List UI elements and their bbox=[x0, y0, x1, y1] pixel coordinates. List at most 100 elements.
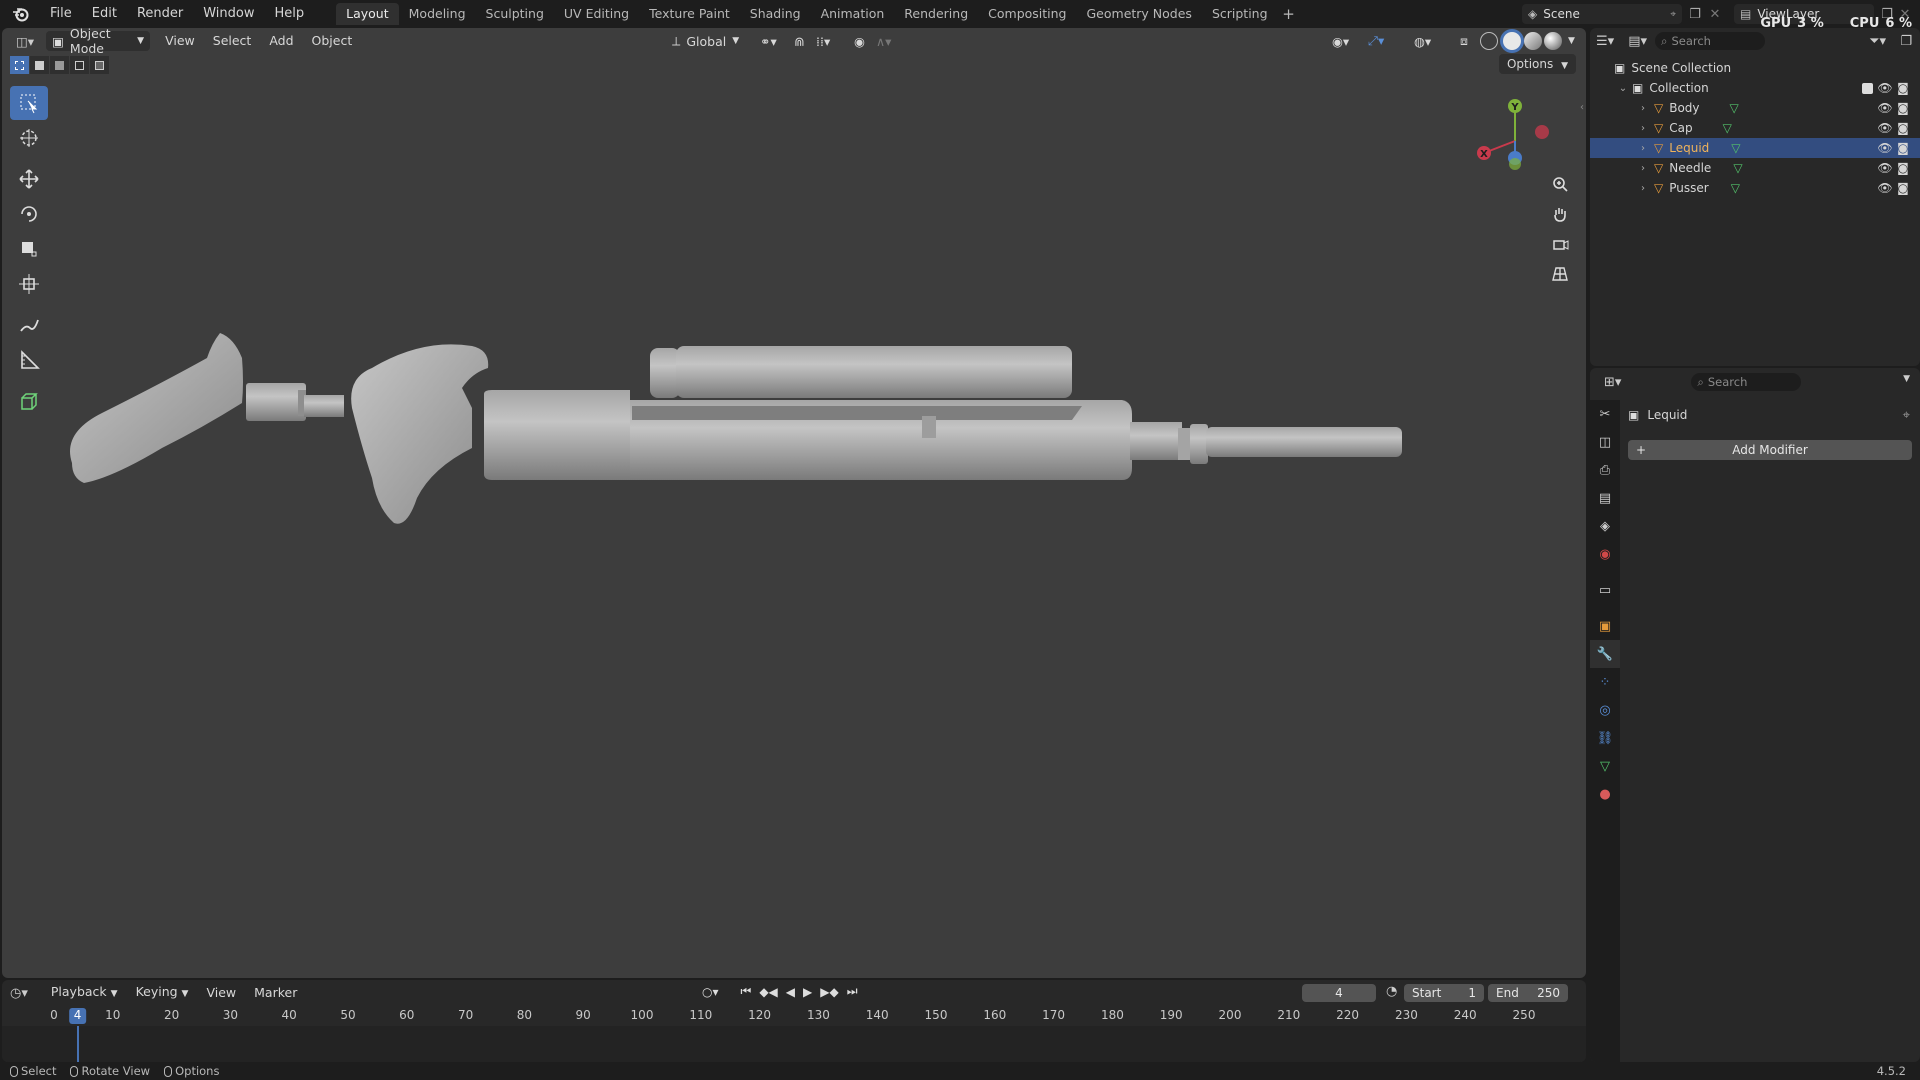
chevron-right-icon[interactable]: › bbox=[1636, 103, 1650, 114]
scene-collection-row[interactable]: ▣ Scene Collection bbox=[1590, 58, 1920, 78]
delete-scene-icon[interactable]: ✕ bbox=[1706, 6, 1724, 22]
timeline-menu-marker[interactable]: Marker bbox=[245, 983, 306, 1003]
pusser-object[interactable] bbox=[70, 333, 344, 483]
end-frame-field[interactable]: End 250 bbox=[1488, 984, 1568, 1002]
tab-geometry-nodes[interactable]: Geometry Nodes bbox=[1077, 3, 1202, 25]
outliner-search-input[interactable]: ⌕ Search bbox=[1655, 32, 1765, 50]
outliner-item-lequid[interactable]: › ▽ Lequid ▽ 👁 ◙ bbox=[1590, 138, 1920, 158]
tab-rendering[interactable]: Rendering bbox=[894, 3, 978, 25]
eye-icon[interactable]: 👁 bbox=[1876, 160, 1894, 176]
material-tab-icon[interactable]: ● bbox=[1590, 780, 1620, 808]
timeline-track-area[interactable] bbox=[2, 1026, 1586, 1062]
pan-hand-icon[interactable] bbox=[1546, 200, 1574, 228]
mesh-data-icon[interactable]: ▽ bbox=[1733, 161, 1742, 175]
eye-icon[interactable]: 👁 bbox=[1876, 120, 1894, 136]
world-tab-icon[interactable]: ◉ bbox=[1590, 540, 1620, 568]
tab-scripting[interactable]: Scripting bbox=[1202, 3, 1278, 25]
record-icon[interactable]: ○▾ bbox=[702, 985, 719, 999]
camera-icon[interactable]: ◙ bbox=[1894, 100, 1912, 116]
add-modifier-button[interactable]: + Add Modifier bbox=[1628, 440, 1912, 460]
chevron-right-icon[interactable]: › bbox=[1636, 123, 1650, 134]
scene-tab-icon[interactable]: ◈ bbox=[1590, 512, 1620, 540]
outliner-item-needle[interactable]: › ▽ Needle ▽ 👁 ◙ bbox=[1590, 158, 1920, 178]
tab-modeling[interactable]: Modeling bbox=[399, 3, 476, 25]
new-collection-icon[interactable]: ❐ bbox=[1900, 34, 1912, 49]
collapse-sidebar-icon[interactable]: ‹ bbox=[1580, 102, 1584, 113]
output-tab-icon[interactable]: ⎙ bbox=[1590, 456, 1620, 484]
camera-view-icon[interactable] bbox=[1546, 230, 1574, 258]
object-tab-icon[interactable]: ▣ bbox=[1590, 612, 1620, 640]
modifier-tab-icon[interactable]: 🔧 bbox=[1590, 640, 1620, 668]
needle-object[interactable] bbox=[1130, 422, 1402, 464]
outliner-item-cap[interactable]: › ▽ Cap ▽ 👁 ◙ bbox=[1590, 118, 1920, 138]
menu-render[interactable]: Render bbox=[127, 3, 193, 25]
timeline-menu-keying[interactable]: Keying ▼ bbox=[127, 982, 198, 1004]
timeline-menu-view[interactable]: View bbox=[197, 983, 245, 1003]
eye-icon[interactable]: 👁 bbox=[1876, 80, 1894, 96]
pin-icon[interactable]: ⌖ bbox=[1670, 9, 1676, 20]
menu-help[interactable]: Help bbox=[265, 3, 315, 25]
menu-edit[interactable]: Edit bbox=[82, 3, 127, 25]
camera-icon[interactable]: ◙ bbox=[1894, 180, 1912, 196]
tab-uv-editing[interactable]: UV Editing bbox=[554, 3, 639, 25]
properties-editor-icon[interactable]: ⊞▾ bbox=[1604, 375, 1621, 390]
chevron-down-icon[interactable]: ▼ bbox=[1903, 374, 1910, 384]
next-keyframe-icon[interactable]: ▶◆ bbox=[820, 985, 838, 999]
checkbox-icon[interactable] bbox=[1858, 80, 1876, 96]
tab-layout[interactable]: Layout bbox=[336, 3, 399, 25]
render-tab-icon[interactable]: ◫ bbox=[1590, 428, 1620, 456]
zoom-icon[interactable] bbox=[1546, 170, 1574, 198]
display-mode-icon[interactable]: ▤▾ bbox=[1628, 34, 1647, 49]
mesh-data-icon[interactable]: ▽ bbox=[1730, 101, 1739, 115]
filter-icon[interactable]: ⏷▾ bbox=[1869, 34, 1886, 49]
properties-search-input[interactable]: ⌕ Search bbox=[1691, 373, 1802, 391]
eye-icon[interactable]: 👁 bbox=[1876, 180, 1894, 196]
neg-x-axis-icon[interactable] bbox=[1535, 125, 1549, 139]
start-frame-field[interactable]: Start 1 bbox=[1404, 984, 1484, 1002]
tab-texture-paint[interactable]: Texture Paint bbox=[639, 3, 740, 25]
blender-logo-icon[interactable] bbox=[8, 1, 34, 27]
mesh-data-icon[interactable]: ▽ bbox=[1731, 181, 1740, 195]
timeline-editor-icon[interactable]: ◷▾ bbox=[10, 986, 28, 1001]
new-scene-icon[interactable]: ❐ bbox=[1686, 6, 1704, 22]
prev-keyframe-icon[interactable]: ◆◀ bbox=[759, 985, 777, 999]
collection-row[interactable]: ⌄ ▣ Collection 👁 ◙ bbox=[1590, 78, 1920, 98]
play-icon[interactable]: ▶ bbox=[803, 985, 812, 999]
tab-shading[interactable]: Shading bbox=[740, 3, 811, 25]
outliner-item-body[interactable]: › ▽ Body ▽ 👁 ◙ bbox=[1590, 98, 1920, 118]
chevron-right-icon[interactable]: › bbox=[1636, 183, 1650, 194]
eye-icon[interactable]: 👁 bbox=[1876, 100, 1894, 116]
jump-start-icon[interactable]: ⏮ bbox=[741, 984, 752, 999]
menu-window[interactable]: Window bbox=[193, 3, 264, 25]
camera-icon[interactable]: ◙ bbox=[1894, 140, 1912, 156]
jump-end-icon[interactable]: ⏭ bbox=[847, 984, 858, 999]
physics-tab-icon[interactable]: ◎ bbox=[1590, 696, 1620, 724]
tab-animation[interactable]: Animation bbox=[811, 3, 895, 25]
camera-icon[interactable]: ◙ bbox=[1894, 120, 1912, 136]
view-layer-tab-icon[interactable]: ▤ bbox=[1590, 484, 1620, 512]
perspective-grid-icon[interactable] bbox=[1546, 260, 1574, 288]
outliner-item-pusser[interactable]: › ▽ Pusser ▽ 👁 ◙ bbox=[1590, 178, 1920, 198]
constraints-tab-icon[interactable]: ⛓ bbox=[1590, 724, 1620, 752]
data-tab-icon[interactable]: ▽ bbox=[1590, 752, 1620, 780]
timeline-menu-playback[interactable]: Playback ▼ bbox=[42, 982, 127, 1004]
playhead-line[interactable] bbox=[76, 1026, 79, 1062]
mesh-data-icon[interactable]: ▽ bbox=[1731, 141, 1740, 155]
particles-tab-icon[interactable]: ⁘ bbox=[1590, 668, 1620, 696]
add-workspace-button[interactable]: + bbox=[1278, 3, 1300, 25]
mesh-data-icon[interactable]: ▽ bbox=[1723, 121, 1732, 135]
eye-icon[interactable]: 👁 bbox=[1876, 140, 1894, 156]
frame-ruler[interactable]: 0 10 20 30 40 50 60 70 80 90 100 110 120 130 140 150 160… bbox=[2, 1006, 1586, 1026]
menu-file[interactable]: File bbox=[40, 3, 82, 25]
outliner-editor-icon[interactable]: ☰▾ bbox=[1596, 34, 1614, 49]
chevron-right-icon[interactable]: › bbox=[1636, 163, 1650, 174]
play-reverse-icon[interactable]: ◀ bbox=[786, 985, 795, 999]
camera-icon[interactable]: ◙ bbox=[1894, 80, 1912, 96]
tool-tab-icon[interactable]: ✂ bbox=[1590, 400, 1620, 428]
cap-object[interactable] bbox=[650, 346, 1072, 398]
3d-viewport[interactable]: ◫▾ ▣ Object Mode ▼ View Select Add Objec… bbox=[2, 28, 1586, 978]
scene-selector[interactable]: ◈ Scene ⌖ bbox=[1522, 4, 1682, 24]
camera-icon[interactable]: ◙ bbox=[1894, 160, 1912, 176]
tab-compositing[interactable]: Compositing bbox=[978, 3, 1076, 25]
stopwatch-icon[interactable]: ◔ bbox=[1386, 984, 1397, 999]
